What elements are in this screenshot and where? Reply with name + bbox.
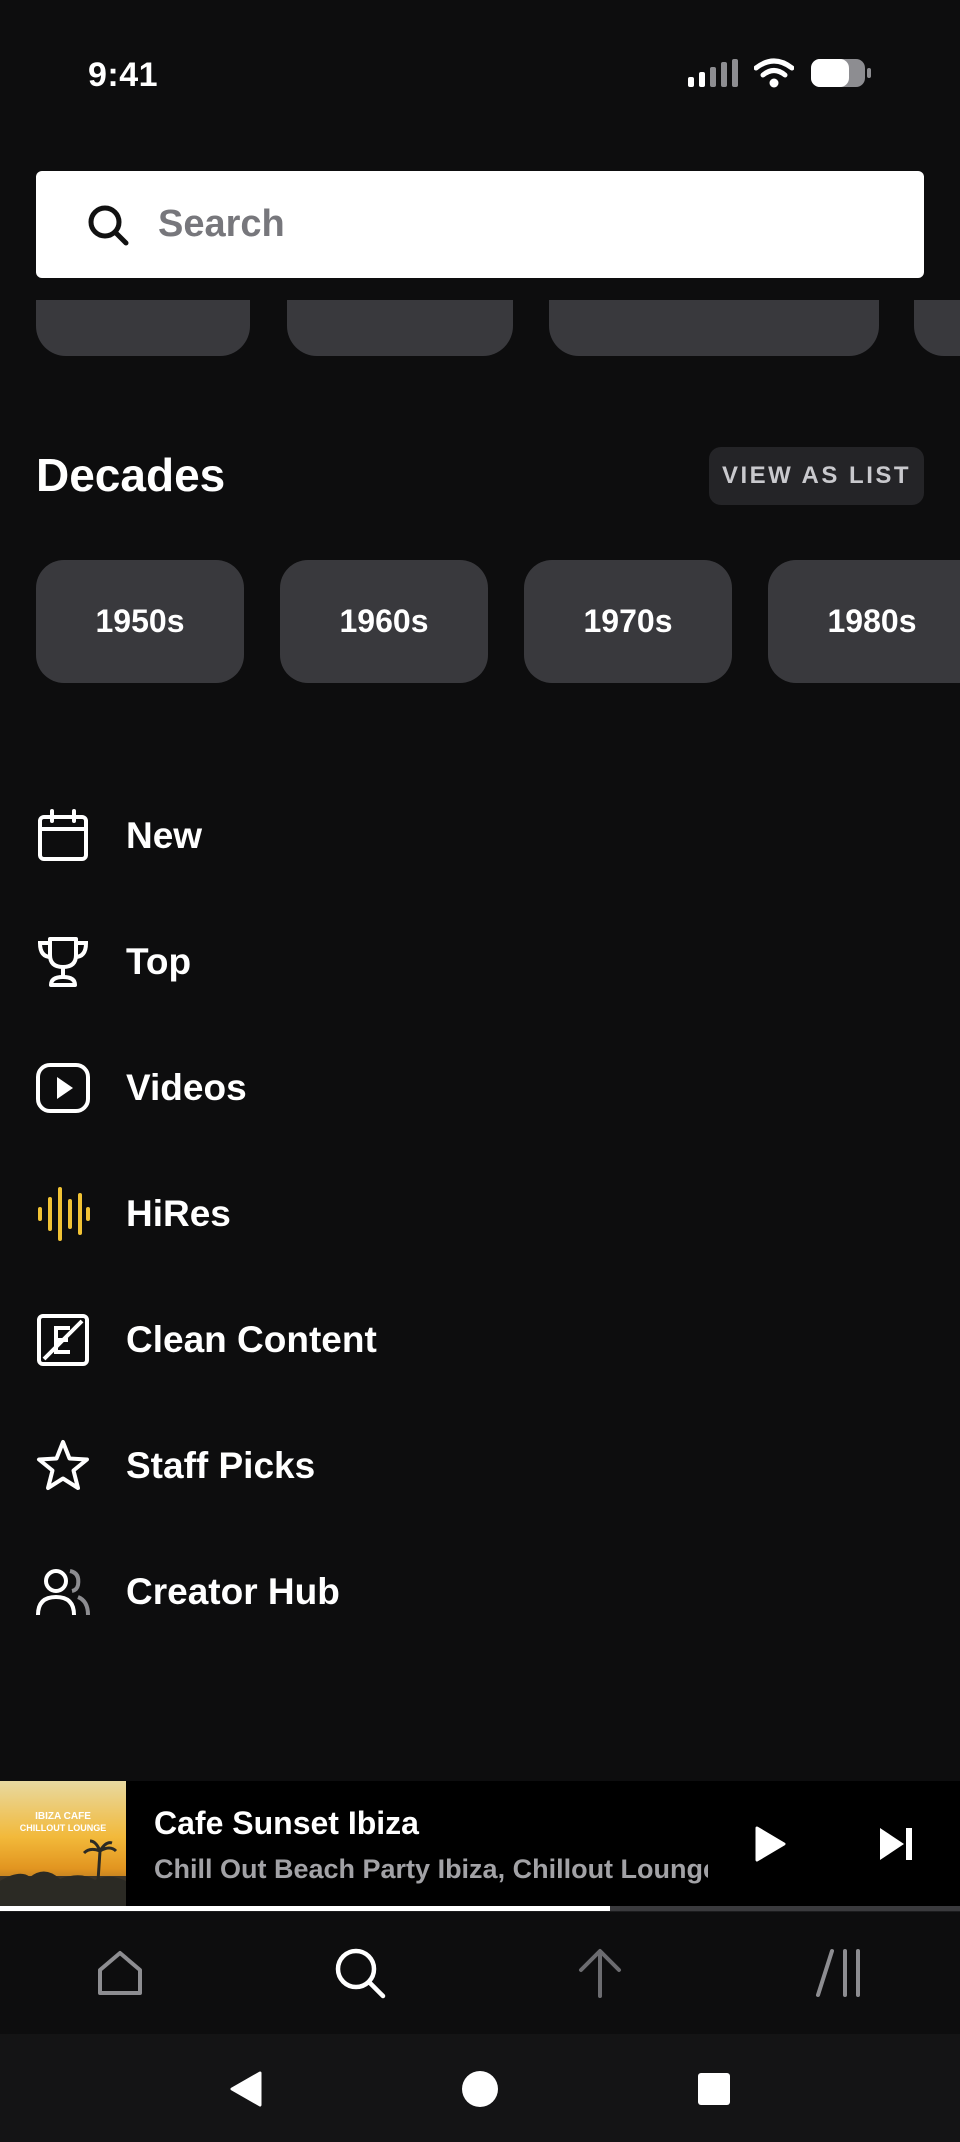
- menu-item-label: HiRes: [126, 1193, 231, 1234]
- menu-item-videos[interactable]: Videos: [36, 1048, 247, 1128]
- nav-home-button[interactable]: [87, 1940, 153, 2006]
- people-icon: [36, 1565, 90, 1619]
- menu-item-label: Top: [126, 941, 192, 982]
- skip-next-icon: [880, 1828, 912, 1860]
- decade-chip-1960s[interactable]: 1960s: [280, 560, 488, 683]
- menu-item-label: New: [126, 815, 203, 856]
- video-play-icon: [36, 1061, 90, 1115]
- menu-item-label: Clean Content: [126, 1319, 377, 1360]
- home-circle-icon: [462, 2071, 498, 2107]
- home-icon: [98, 1951, 142, 1995]
- status-bar: 9:41: [0, 0, 960, 150]
- menu-item-top[interactable]: Top: [36, 922, 191, 1002]
- menu-item-label: Staff Picks: [126, 1445, 316, 1486]
- svg-text:IBIZA CAFE: IBIZA CAFE: [35, 1811, 91, 1822]
- calendar-icon: [36, 809, 90, 863]
- recents-square-icon: [698, 2073, 730, 2105]
- signal-icon: [688, 59, 738, 87]
- menu-item-staff-picks[interactable]: Staff Picks: [36, 1426, 315, 1506]
- genre-chip[interactable]: [36, 300, 250, 356]
- mini-player[interactable]: IBIZA CAFE CHILLOUT LOUNGE Cafe Sunset I…: [0, 1781, 960, 1906]
- menu-item-creator-hub[interactable]: Creator Hub: [36, 1552, 340, 1632]
- library-icon: [816, 1949, 860, 1997]
- decades-title: Decades: [36, 449, 226, 501]
- status-icons: [688, 58, 872, 88]
- search-input[interactable]: [158, 194, 858, 255]
- trophy-icon: [36, 935, 90, 989]
- system-back-button[interactable]: [219, 2062, 273, 2116]
- system-home-button[interactable]: [453, 2062, 507, 2116]
- back-triangle-icon: [230, 2071, 262, 2107]
- view-as-list-button[interactable]: VIEW AS LIST: [709, 447, 924, 505]
- play-button[interactable]: [740, 1814, 800, 1874]
- track-title: Cafe Sunset Ibiza: [154, 1805, 419, 1841]
- next-track-button[interactable]: [866, 1814, 926, 1874]
- decade-chip-1980s[interactable]: 1980s: [768, 560, 960, 683]
- menu-item-new[interactable]: New: [36, 796, 202, 876]
- star-icon: [36, 1439, 90, 1493]
- genre-chip[interactable]: [287, 300, 513, 356]
- play-icon: [755, 1826, 786, 1862]
- decade-chip-1950s[interactable]: 1950s: [36, 560, 244, 683]
- system-recents-button[interactable]: [687, 2062, 741, 2116]
- nav-library-button[interactable]: [806, 1940, 872, 2006]
- track-artist: Chill Out Beach Party Ibiza, Chillout Lo…: [154, 1854, 708, 1884]
- waveform-icon: [36, 1187, 90, 1241]
- search-icon: [88, 205, 129, 245]
- explicit-icon: [36, 1313, 90, 1367]
- menu-item-label: Creator Hub: [126, 1571, 340, 1612]
- status-time: 9:41: [88, 56, 159, 94]
- menu-item-label: Videos: [126, 1067, 247, 1108]
- menu-item-clean-content[interactable]: Clean Content: [36, 1300, 377, 1380]
- upload-icon: [579, 1949, 621, 1998]
- nav-search-button[interactable]: [327, 1940, 393, 2006]
- decade-chip-label: 1980s: [827, 603, 917, 639]
- bottom-navigation: [0, 1911, 960, 2034]
- genre-chip[interactable]: [549, 300, 879, 356]
- nav-upload-button[interactable]: [567, 1940, 633, 2006]
- search-icon: [335, 1948, 386, 1999]
- menu-item-hires[interactable]: HiRes: [36, 1174, 231, 1254]
- album-art[interactable]: IBIZA CAFE CHILLOUT LOUNGE: [0, 1781, 126, 1906]
- wifi-icon: [754, 58, 794, 88]
- explore-screen: 9:41 Search Decades VIEW AS LIST 1950s 1…: [0, 0, 960, 2142]
- system-navigation-bar: [0, 2034, 960, 2142]
- decade-chip-1970s[interactable]: 1970s: [524, 560, 732, 683]
- genre-chip[interactable]: [914, 300, 960, 356]
- search-bar[interactable]: [36, 171, 924, 278]
- svg-text:CHILLOUT LOUNGE: CHILLOUT LOUNGE: [20, 1823, 107, 1833]
- battery-icon: [811, 59, 871, 87]
